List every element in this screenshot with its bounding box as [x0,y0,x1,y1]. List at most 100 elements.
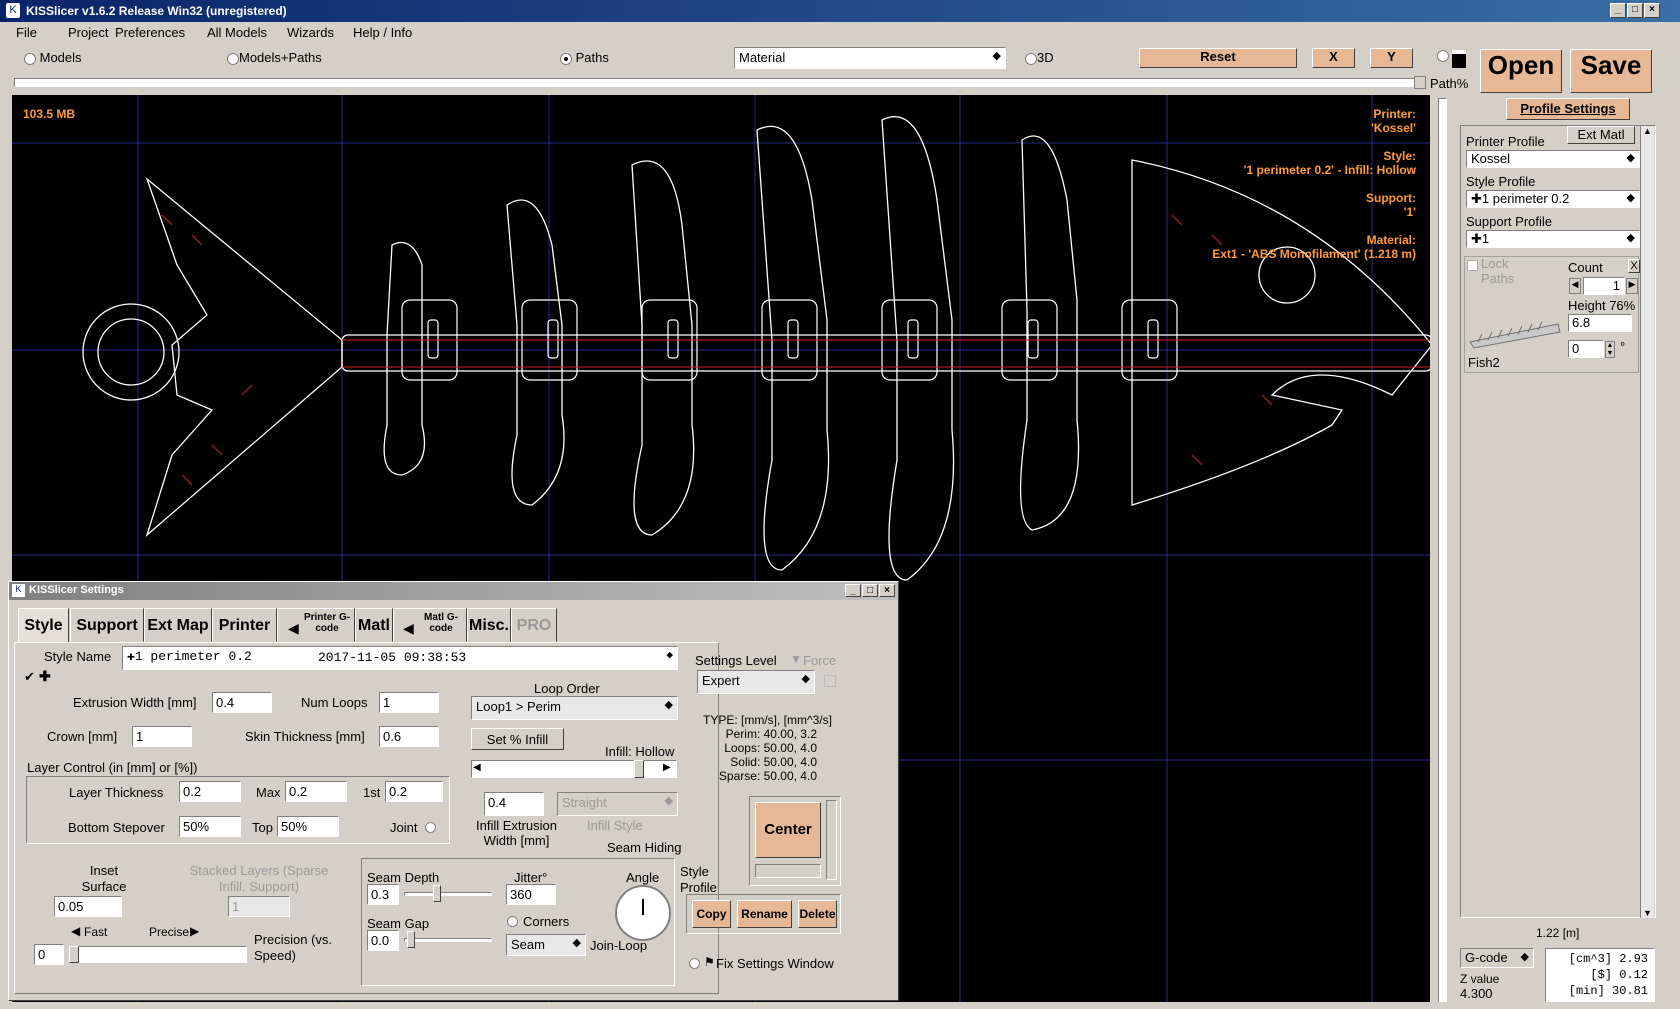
max-thickness-input[interactable]: 0.2 [285,781,347,802]
infill-ext-width-input[interactable]: 0.4 [484,792,544,816]
menu-help[interactable]: Help / Info [353,25,412,40]
support-profile-select[interactable]: ✚1 ◆ [1466,230,1640,248]
seam-gap-input[interactable]: 0.0 [367,930,399,951]
center-hslider[interactable] [755,864,821,878]
layer-slider[interactable] [14,78,1426,87]
minimize-button[interactable]: _ [1610,3,1626,18]
reset-button[interactable]: Reset [1139,48,1297,68]
radio-models-paths-dot[interactable] [227,52,239,65]
corners-checkbox[interactable] [507,916,518,927]
seam-depth-slider[interactable] [404,892,492,896]
infill-style-select[interactable]: Straight ◆ [557,792,678,816]
radio-paths-dot[interactable] [560,52,572,65]
printer-profile-select[interactable]: Kossel ◆ [1466,150,1640,168]
delete-button[interactable]: Delete [798,900,837,928]
inset-surface-input[interactable]: 0.05 [54,896,122,917]
open-button[interactable]: Open [1480,49,1562,93]
skin-thickness-input[interactable]: 0.6 [379,726,439,747]
slider-left-icon[interactable]: ◀ [473,762,481,773]
height-input[interactable]: 6.8 [1568,314,1632,332]
fix-window-checkbox[interactable] [689,958,700,969]
scroll-up-icon[interactable]: ▲ [1641,126,1654,136]
center-vslider[interactable] [826,800,837,880]
infill-percent-slider[interactable] [471,760,677,778]
count-input[interactable]: 1 [1583,277,1625,295]
layer-thickness-input[interactable]: 0.2 [179,781,241,802]
check-icon[interactable]: ✔ [24,669,35,685]
viewport-zoom-slider[interactable] [1438,98,1447,1002]
rotation-input[interactable]: 0 [1568,340,1604,358]
tab-printer[interactable]: Printer [212,608,277,642]
radio-paths[interactable]: Paths [560,50,609,65]
count-decrement-icon[interactable]: ◀ [1569,278,1581,294]
tab-pro[interactable]: PRO [511,608,557,642]
tab-ext-map[interactable]: Ext Map [144,608,212,642]
style-profile-select[interactable]: ✚1 perimeter 0.2 ◆ [1466,190,1640,208]
radio-models-dot[interactable] [24,52,36,65]
menu-file[interactable]: File [16,25,37,40]
stacked-layers-input[interactable]: 1 [228,896,290,917]
menu-project[interactable]: Project [68,25,108,40]
infill-slider-thumb[interactable] [634,760,644,778]
seam-mode-select[interactable]: Seam ◆ [506,934,586,956]
num-loops-input[interactable]: 1 [379,692,439,713]
rename-button[interactable]: Rename [737,900,792,928]
jitter-input[interactable]: 360 [506,884,556,905]
set-infill-button[interactable]: Set % Infill [471,728,564,750]
precision-slider-thumb[interactable] [69,946,79,963]
settings-level-select[interactable]: Expert ◆ [697,670,815,694]
loop-order-select[interactable]: Loop1 > Perim ◆ [471,696,678,720]
menu-all-models[interactable]: All Models [207,25,267,40]
save-button[interactable]: Save [1570,49,1652,93]
reset-x-button[interactable]: X [1312,48,1355,68]
color-mode-select[interactable]: Material ◆ [734,47,1006,69]
settings-minimize-button[interactable]: _ [845,584,861,597]
ext-matl-button[interactable]: Ext Matl [1567,126,1635,144]
radio-3d[interactable]: 3D [1025,50,1054,65]
menu-preferences[interactable]: Preferences [115,25,185,40]
joint-checkbox[interactable] [425,822,436,833]
tab-support[interactable]: Support [70,608,144,642]
tab-style[interactable]: Style [18,608,69,642]
path-toggle[interactable] [1437,50,1449,62]
rotation-spinner-icon[interactable]: ▲ ▼ [1605,341,1615,358]
precision-slider[interactable] [69,946,247,963]
precise-label: Precise [149,925,190,939]
add-plus-icon[interactable]: ✚ [39,668,51,685]
layer-slider-thumb[interactable] [1414,76,1426,89]
extrusion-width-input[interactable]: 0.4 [212,692,272,713]
top-stepover-input[interactable]: 50% [277,816,339,837]
first-layer-input[interactable]: 0.2 [385,781,443,802]
close-button[interactable]: × [1644,3,1660,18]
angle-dial[interactable] [615,885,671,941]
crown-input[interactable]: 1 [132,726,192,747]
scroll-down-icon[interactable]: ▼ [1641,908,1654,918]
right-panel-scrollbar[interactable]: ▲ ▼ [1640,126,1654,918]
style-name-select[interactable]: ✚1 perimeter 0.2 2017-11-05 09:38:53 ◆ [122,646,678,670]
bottom-stepover-input[interactable]: 50% [179,816,241,837]
center-button[interactable]: Center [755,802,821,858]
menu-wizards[interactable]: Wizards [287,25,334,40]
slider-right-icon[interactable]: ▶ [663,762,671,773]
tab-misc[interactable]: Misc. [467,608,511,642]
gcode-mode-select[interactable]: G-code ◆ [1460,948,1534,968]
settings-maximize-button[interactable]: □ [862,584,878,597]
tab-matl[interactable]: Matl [355,608,393,642]
remove-model-button[interactable]: X [1628,259,1640,273]
seam-gap-thumb[interactable] [407,931,415,948]
precision-input[interactable]: 0 [34,944,64,965]
force-checkbox[interactable] [824,675,836,687]
seam-depth-thumb[interactable] [433,885,441,902]
count-increment-icon[interactable]: ▶ [1626,278,1638,294]
profile-settings-button[interactable]: Profile Settings [1506,98,1630,120]
seam-gap-slider[interactable] [404,938,492,942]
maximize-button[interactable]: □ [1627,3,1643,18]
reset-y-button[interactable]: Y [1370,48,1413,68]
seam-depth-input[interactable]: 0.3 [367,884,399,905]
radio-models-paths[interactable]: Models+Paths [227,50,322,65]
settings-close-button[interactable]: × [879,584,895,597]
radio-3d-dot[interactable] [1025,52,1037,65]
lock-paths-checkbox[interactable] [1467,260,1478,271]
copy-button[interactable]: Copy [692,900,731,928]
radio-models[interactable]: Models [24,50,82,65]
